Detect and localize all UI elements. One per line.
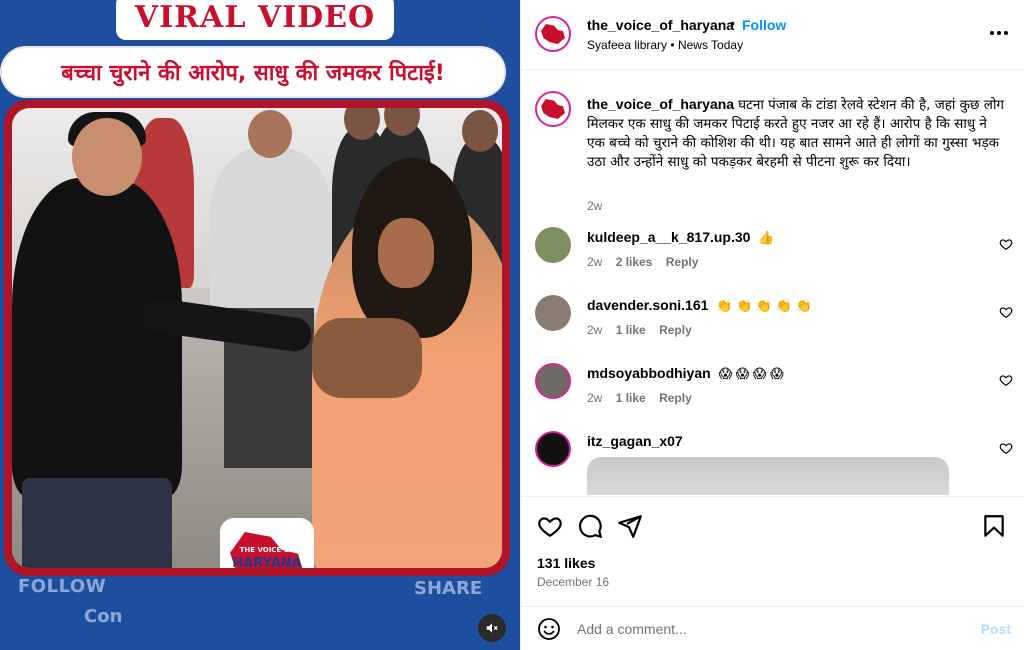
man-black-sweater xyxy=(12,112,182,568)
channel-logo: THE VOICE OF HARYANA xyxy=(220,518,314,568)
share-overlay-text: SHARE xyxy=(414,578,483,599)
post-sidebar: the_voice_of_haryana • Follow Syafeea li… xyxy=(520,0,1024,650)
con-overlay-text: Con xyxy=(84,606,123,627)
logo-small-text: THE VOICE OF xyxy=(239,546,295,554)
author-avatar[interactable] xyxy=(535,16,571,52)
comment-item: kuldeep_a__k_817.up.30 👍 2w 2 likes Repl… xyxy=(521,221,1024,281)
caption-username[interactable]: the_voice_of_haryana xyxy=(587,96,734,112)
comment-meta: 2w 1 like Reply xyxy=(587,391,702,405)
commenter-avatar[interactable] xyxy=(535,295,571,331)
person-grey-hoodie xyxy=(210,110,332,468)
add-comment-bar: Post xyxy=(521,606,1024,650)
comment-input[interactable] xyxy=(577,615,957,643)
comment-icon[interactable] xyxy=(577,513,603,539)
viral-video-banner: VIRAL VIDEO xyxy=(116,0,394,40)
caption-avatar[interactable] xyxy=(535,91,571,127)
comment-time: 2w xyxy=(587,255,603,269)
commenter-username[interactable]: mdsoyabbodhiyan xyxy=(587,365,711,381)
reply-button[interactable]: Reply xyxy=(659,323,692,337)
commenter-avatar[interactable] xyxy=(535,431,571,467)
comment-item: itz_gagan_x07 xyxy=(521,425,1024,495)
post-date: December 16 xyxy=(537,575,610,589)
caption-time: 2w xyxy=(587,199,603,213)
header-separator: • xyxy=(730,15,735,31)
comment-text: davender.soni.161 👏 👏 👏 👏 👏 xyxy=(587,297,812,314)
mute-button[interactable] xyxy=(478,614,506,642)
heart-icon[interactable] xyxy=(999,441,1013,455)
comment-body: 👍 xyxy=(758,230,775,245)
comment-likes[interactable]: 1 like xyxy=(616,391,646,405)
heart-icon[interactable] xyxy=(537,513,563,539)
post-tag[interactable]: News Today xyxy=(678,38,743,52)
comment-item: mdsoyabbodhiyan 😱 😱 😱 😱 2w 1 like Reply xyxy=(521,357,1024,417)
comment-item: davender.soni.161 👏 👏 👏 👏 👏 2w 1 like Re… xyxy=(521,289,1024,349)
emoji-icon[interactable] xyxy=(537,617,561,641)
speaker-muted-icon xyxy=(486,623,498,633)
comment-text: kuldeep_a__k_817.up.30 👍 xyxy=(587,229,775,246)
comment-time: 2w xyxy=(587,323,603,337)
post-header: the_voice_of_haryana • Follow Syafeea li… xyxy=(521,0,1024,70)
audio-name[interactable]: Syafeea library xyxy=(587,38,667,52)
comment-text: mdsoyabbodhiyan 😱 😱 😱 😱 xyxy=(587,365,784,382)
post-comment-button[interactable]: Post xyxy=(981,621,1011,637)
haryana-map-icon xyxy=(541,99,565,119)
follow-button[interactable]: Follow xyxy=(742,17,786,33)
haryana-map-icon xyxy=(541,24,565,44)
photo-frame: THE VOICE OF HARYANA xyxy=(4,100,510,576)
comment-time: 2w xyxy=(587,391,603,405)
share-icon[interactable] xyxy=(617,513,643,539)
commenter-username[interactable]: itz_gagan_x07 xyxy=(587,433,683,449)
viral-label: VIRAL VIDEO xyxy=(134,0,376,35)
post-media[interactable]: VIRAL VIDEO बच्चा चुराने की आरोप, साधु क… xyxy=(0,0,520,650)
likes-count[interactable]: 131 likes xyxy=(537,555,595,571)
heart-icon[interactable] xyxy=(999,237,1013,251)
more-options-icon xyxy=(990,31,1008,35)
comment-likes[interactable]: 1 like xyxy=(616,323,646,337)
post-actions: 131 likes December 16 xyxy=(521,496,1024,606)
audio-separator: • xyxy=(670,38,675,52)
comment-image-preview[interactable] xyxy=(587,457,949,495)
reply-button[interactable]: Reply xyxy=(659,391,692,405)
commenter-avatar[interactable] xyxy=(535,227,571,263)
follow-overlay-text: FOLLOW xyxy=(18,576,107,597)
commenter-avatar[interactable] xyxy=(535,363,571,399)
comment-meta: 2w 2 likes Reply xyxy=(587,255,708,269)
headline-banner: बच्चा चुराने की आरोप, साधु की जमकर पिटाई… xyxy=(0,46,506,98)
heart-icon[interactable] xyxy=(999,373,1013,387)
comment-body: 😱 😱 😱 😱 xyxy=(718,366,784,381)
comment-body: 👏 👏 👏 👏 👏 xyxy=(716,298,812,313)
heart-icon[interactable] xyxy=(999,305,1013,319)
author-username[interactable]: the_voice_of_haryana xyxy=(587,17,734,33)
logo-text: HARYANA xyxy=(232,556,302,568)
reply-button[interactable]: Reply xyxy=(666,255,699,269)
video-frame[interactable]: THE VOICE OF HARYANA xyxy=(12,108,502,568)
comment-meta: 2w 1 like Reply xyxy=(587,323,702,337)
comments-scroll[interactable]: the_voice_of_haryana घटना पंजाब के टांडा … xyxy=(521,71,1024,495)
commenter-username[interactable]: kuldeep_a__k_817.up.30 xyxy=(587,229,750,245)
audio-info: Syafeea library • News Today xyxy=(587,38,743,52)
commenter-username[interactable]: davender.soni.161 xyxy=(587,297,708,313)
comment-likes[interactable]: 2 likes xyxy=(616,255,653,269)
sadhu-figure xyxy=(312,158,502,568)
more-options-button[interactable] xyxy=(989,22,1009,36)
caption-text: the_voice_of_haryana घटना पंजाब के टांडा … xyxy=(587,95,1005,172)
comment-text: itz_gagan_x07 xyxy=(587,433,687,449)
bookmark-icon[interactable] xyxy=(981,513,1007,539)
headline-text: बच्चा चुराने की आरोप, साधु की जमकर पिटाई… xyxy=(61,61,445,86)
